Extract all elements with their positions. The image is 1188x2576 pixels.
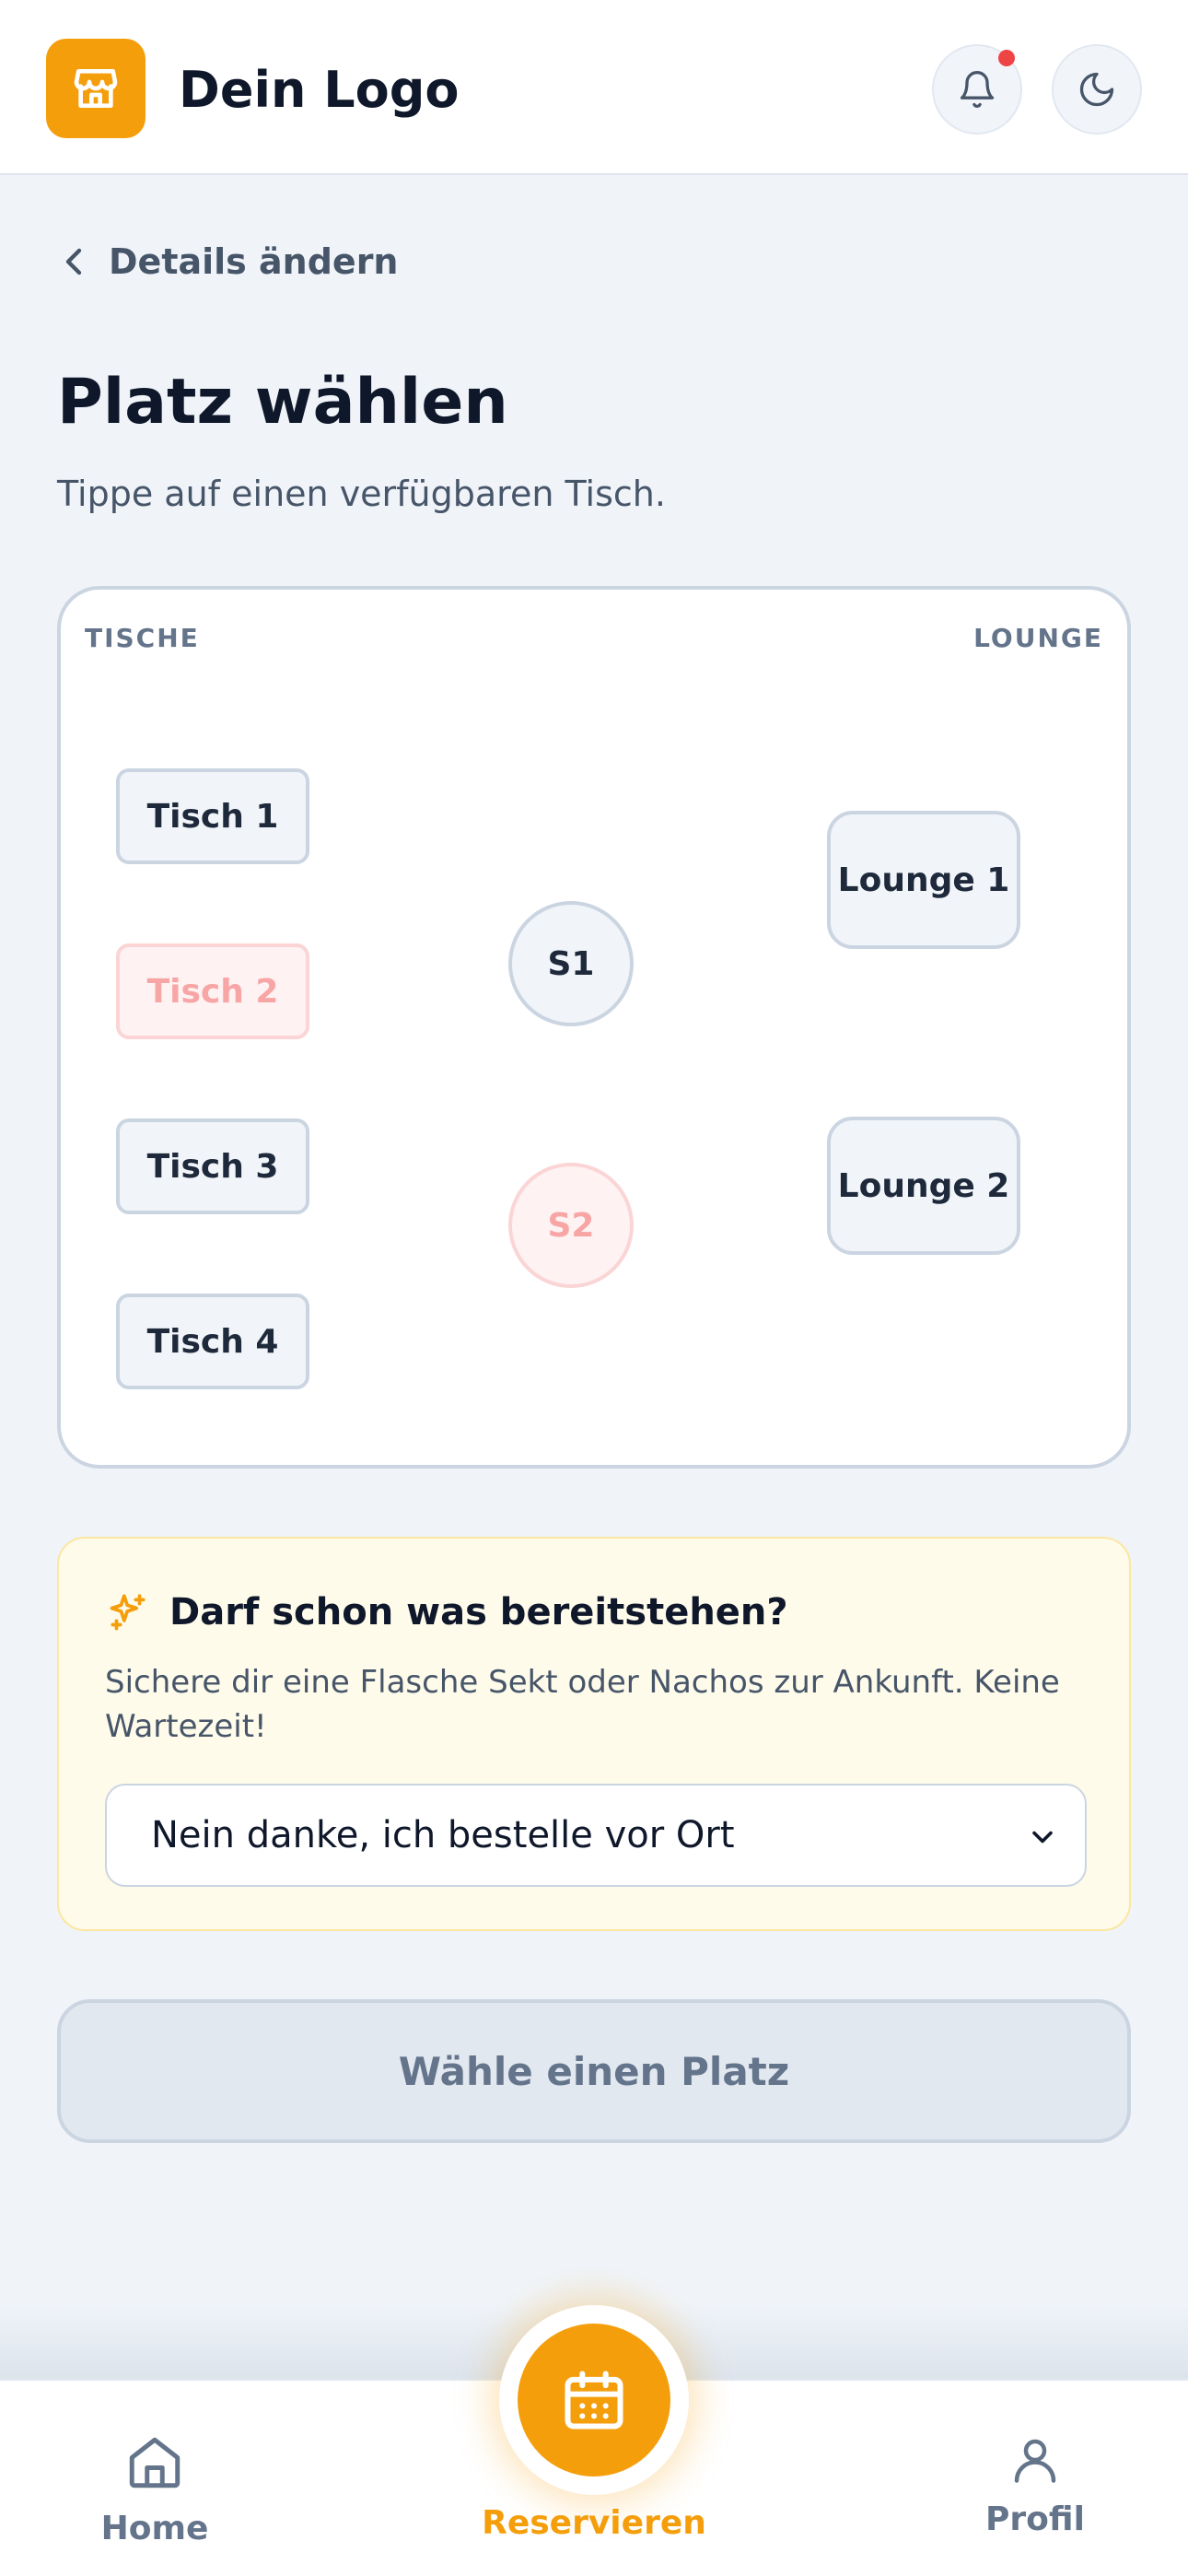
back-link[interactable]: Details ändern [61,234,398,289]
page-title: Platz wählen [57,366,508,439]
nav-profile-label: Profil [985,2500,1085,2538]
nav-profile[interactable]: Profil [980,2432,1090,2538]
table-tisch-2: Tisch 2 [116,943,309,1039]
preorder-select[interactable]: Nein danke, ich bestelle vor Ort [105,1784,1087,1887]
preorder-title: Darf schon was bereitstehen? [169,1591,788,1633]
table-tisch-3[interactable]: Tisch 3 [116,1118,309,1214]
nav-home-label: Home [100,2510,209,2547]
nav-home[interactable]: Home [99,2432,210,2547]
store-icon[interactable] [46,39,146,138]
reserve-fab[interactable] [518,2324,670,2476]
user-icon [1014,2439,1056,2483]
zone-label-tische: TISCHE [85,623,200,653]
nav-reserve-label[interactable]: Reservieren [479,2504,709,2542]
moon-icon [1079,72,1114,107]
chevron-left-icon [65,248,82,275]
preorder-select-value: Nein danke, ich bestelle vor Ort [151,1814,735,1856]
table-tisch-4[interactable]: Tisch 4 [116,1294,309,1389]
page-subtitle: Tippe auf einen verfügbaren Tisch. [57,474,666,514]
table-s2: S2 [508,1163,634,1288]
theme-toggle-button[interactable] [1052,44,1142,135]
home-icon [129,2437,181,2488]
choose-seat-button[interactable]: Wähle einen Platz [57,1999,1131,2143]
table-lounge-2[interactable]: Lounge 2 [827,1117,1020,1255]
table-tisch-1[interactable]: Tisch 1 [116,768,309,864]
table-s1[interactable]: S1 [508,901,634,1026]
floor-plan: TISCHE LOUNGE Tisch 1 Tisch 2 Tisch 3 Ti… [57,586,1131,1469]
sparkles-icon [110,1594,146,1631]
chevron-down-icon [1032,1831,1053,1844]
zone-label-lounge: LOUNGE [973,623,1103,653]
notification-dot [998,50,1015,66]
app-header: Dein Logo [0,0,1188,175]
preorder-card: Darf schon was bereitstehen? Sichere dir… [57,1537,1131,1931]
bell-icon [960,71,995,108]
preorder-description: Sichere dir eine Flasche Sekt oder Nacho… [105,1664,1060,1745]
back-link-label: Details ändern [109,241,399,282]
table-lounge-1[interactable]: Lounge 1 [827,811,1020,949]
calendar-icon [565,2371,623,2430]
brand-name: Dein Logo [179,61,460,119]
